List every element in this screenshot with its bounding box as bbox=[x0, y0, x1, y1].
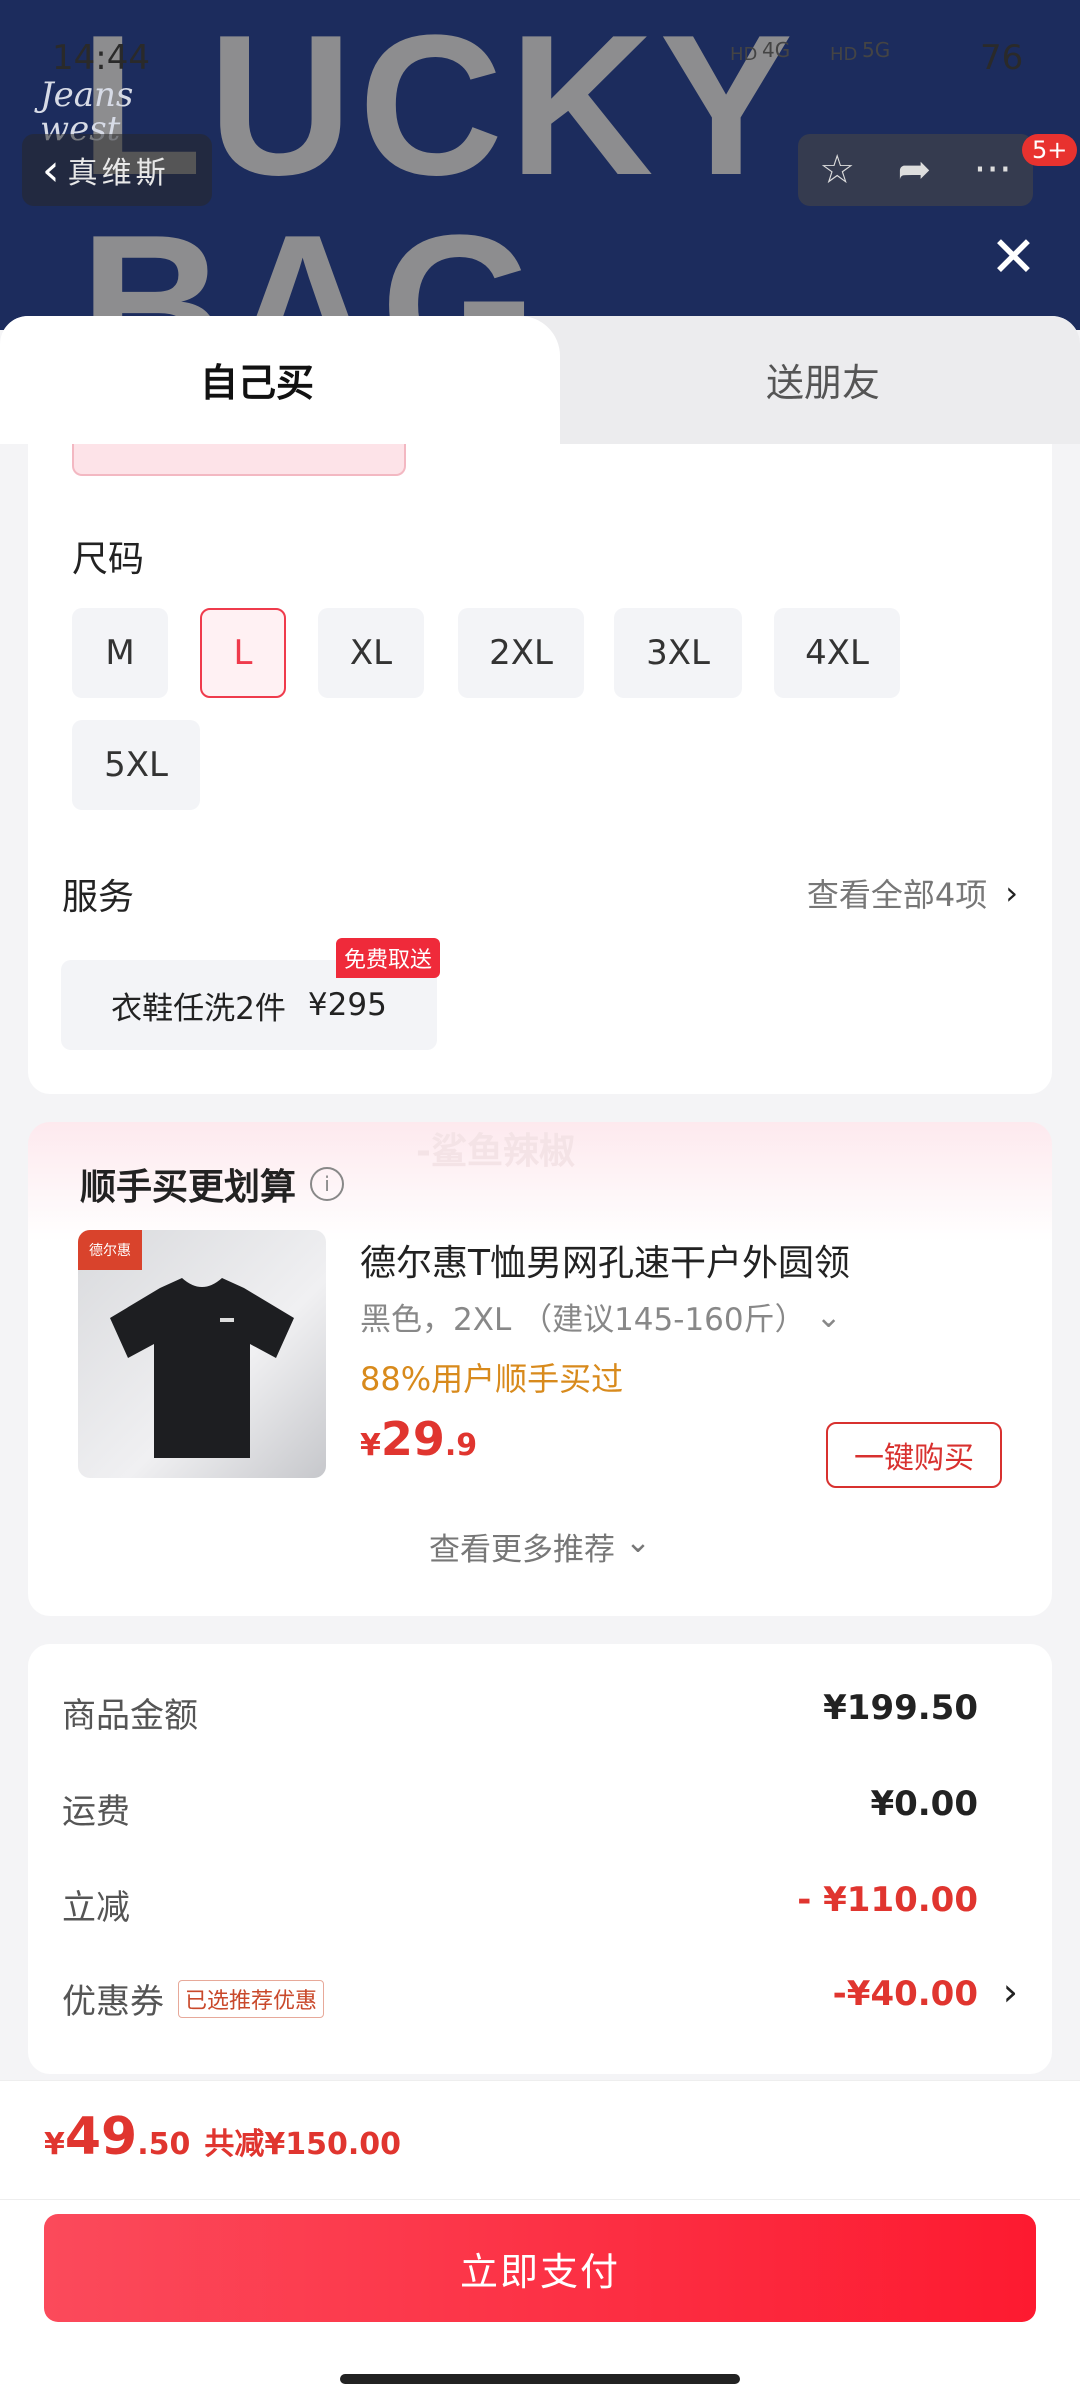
chevron-down-icon: ⌄ bbox=[625, 1524, 651, 1560]
checkout-total-int: 49 bbox=[64, 2107, 138, 2167]
service-title: 服务 bbox=[62, 877, 135, 918]
tab-gift-label: 送朋友 bbox=[766, 361, 881, 405]
product-variant: 黑色，2XL （建议145-160斤） bbox=[360, 1302, 806, 1338]
size-option-3xl[interactable]: 3XL bbox=[614, 608, 742, 698]
service-view-all-label: 查看全部4项 bbox=[806, 876, 988, 914]
more-recommend-link[interactable]: 查看更多推荐 ⌄ bbox=[28, 1524, 1052, 1569]
chevron-down-icon: ⌄ bbox=[815, 1298, 842, 1335]
network-a-tag: HD bbox=[730, 44, 758, 65]
checkout-total-dec: .50 bbox=[137, 2127, 191, 2162]
divider bbox=[0, 2199, 1080, 2200]
size-option-2xl[interactable]: 2XL bbox=[458, 608, 584, 698]
service-item-price: ¥295 bbox=[307, 987, 387, 1023]
summary-value-coupon: -¥40.00 bbox=[832, 1974, 978, 2014]
spec-card: 尺码 M L XL 2XL 3XL 4XL 5XL 服务 查看全部4项 › 衣鞋… bbox=[28, 444, 1052, 1094]
recommend-watermark: -鲨鱼辣椒 bbox=[416, 1131, 575, 1172]
chevron-right-icon: › bbox=[1005, 874, 1018, 912]
size-option-5xl[interactable]: 5XL bbox=[72, 720, 200, 810]
product-price: ¥ 29 .9 bbox=[360, 1412, 477, 1466]
checkout-discount: 共减¥150.00 bbox=[204, 2127, 402, 2162]
recommend-card: -鲨鱼辣椒 顺手买更划算 i 德尔惠 德尔惠T恤男网孔速干户外圆领 黑色，2XL… bbox=[28, 1122, 1052, 1616]
summary-value-shipping: ¥0.00 bbox=[870, 1784, 978, 1824]
size-option-l[interactable]: L bbox=[200, 608, 286, 698]
checkout-currency: ¥ bbox=[44, 2127, 65, 2162]
product-price-int: 29 bbox=[380, 1412, 445, 1466]
close-icon[interactable]: ✕ bbox=[990, 230, 1037, 286]
price-summary-card: 商品金额 ¥199.50 运费 ¥0.00 立减 - ¥110.00 优惠券 已… bbox=[28, 1644, 1052, 2074]
network-b: 5G bbox=[862, 38, 891, 62]
pay-now-button[interactable]: 立即支付 bbox=[44, 2214, 1036, 2322]
share-icon[interactable]: ➦ bbox=[898, 147, 932, 193]
info-icon[interactable]: i bbox=[310, 1167, 345, 1201]
coupon-chevron-icon[interactable]: › bbox=[1003, 1970, 1018, 2014]
summary-label-goods: 商品金额 bbox=[62, 1696, 198, 1736]
checkout-total: ¥ 49 .50 共减¥150.00 bbox=[44, 2107, 401, 2167]
battery-level: 76 bbox=[980, 38, 1024, 78]
back-button[interactable]: ‹ 真维斯 bbox=[22, 134, 212, 206]
service-tag: 免费取送 bbox=[336, 938, 441, 978]
header-actions: ☆ ➦ ··· bbox=[798, 134, 1033, 206]
product-image[interactable]: 德尔惠 bbox=[78, 1230, 326, 1478]
tab-gift[interactable]: 送朋友 bbox=[520, 316, 1080, 444]
tab-self[interactable]: 自己买 bbox=[0, 316, 560, 444]
summary-value-discount: - ¥110.00 bbox=[797, 1880, 978, 1920]
color-option-partial[interactable] bbox=[72, 444, 406, 476]
size-option-xl[interactable]: XL bbox=[318, 608, 424, 698]
status-time: 14:44 bbox=[52, 38, 150, 78]
product-logo: 德尔惠 bbox=[78, 1230, 142, 1270]
product-price-dec: .9 bbox=[444, 1428, 478, 1463]
summary-value-goods: ¥199.50 bbox=[823, 1688, 978, 1728]
service-view-all[interactable]: 查看全部4项 › bbox=[807, 870, 1018, 916]
tab-self-label: 自己买 bbox=[200, 361, 315, 405]
one-click-buy-button[interactable]: 一键购买 bbox=[826, 1422, 1002, 1488]
product-social-proof: 88%用户顺手买过 bbox=[360, 1360, 624, 1398]
back-brand-label: 真维斯 bbox=[67, 156, 170, 191]
tshirt-image bbox=[110, 1278, 294, 1458]
network-a: 4G bbox=[762, 38, 791, 62]
product-variant-selector[interactable]: 黑色，2XL （建议145-160斤） ⌄ bbox=[360, 1294, 842, 1339]
product-name[interactable]: 德尔惠T恤男网孔速干户外圆领 bbox=[360, 1234, 850, 1286]
header-banner: LUCKY BAG 14:44 HD 4G HD 5G 76 Jeans wes… bbox=[0, 0, 1080, 330]
chevron-left-icon: ‹ bbox=[42, 144, 60, 196]
size-option-4xl[interactable]: 4XL bbox=[774, 608, 900, 698]
service-item-label: 衣鞋任洗2件 bbox=[111, 990, 286, 1027]
size-title: 尺码 bbox=[72, 539, 145, 580]
recommend-header: 顺手买更划算 i bbox=[80, 1158, 345, 1210]
more-recommend-label: 查看更多推荐 bbox=[429, 1532, 615, 1568]
size-option-m[interactable]: M bbox=[72, 608, 168, 698]
notification-badge: 5+ bbox=[1022, 134, 1078, 166]
logo-line1: Jeans bbox=[40, 75, 134, 115]
coupon-tag: 已选推荐优惠 bbox=[178, 1979, 325, 2018]
summary-label-coupon: 优惠券 bbox=[62, 1982, 164, 2022]
home-indicator[interactable] bbox=[340, 2374, 740, 2384]
star-icon[interactable]: ☆ bbox=[819, 147, 855, 193]
more-icon[interactable]: ··· bbox=[974, 147, 1012, 193]
summary-coupon-row[interactable]: 优惠券 已选推荐优惠 bbox=[62, 1974, 325, 2023]
recommend-title: 顺手买更划算 bbox=[80, 1167, 297, 1208]
summary-label-discount: 立减 bbox=[62, 1888, 130, 1928]
summary-label-shipping: 运费 bbox=[62, 1792, 130, 1832]
network-b-tag: HD bbox=[830, 44, 858, 65]
product-price-currency: ¥ bbox=[360, 1428, 381, 1463]
